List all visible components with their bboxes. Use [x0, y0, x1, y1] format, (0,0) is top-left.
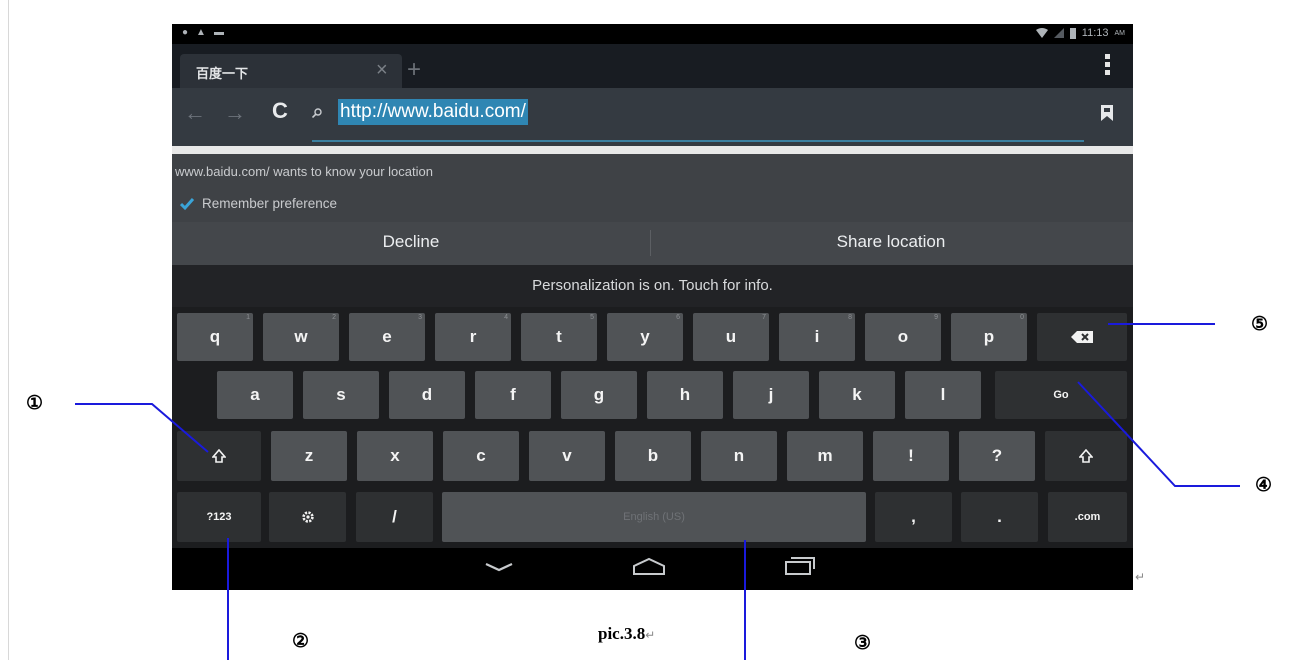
period-key[interactable]: . [961, 492, 1038, 542]
notification-icons: ● ▲ ▬ [182, 27, 224, 38]
permission-message: www.baidu.com/ wants to know your locati… [175, 164, 433, 179]
key-j[interactable]: j [733, 371, 809, 419]
back-nav-icon[interactable] [484, 560, 514, 576]
new-tab-icon[interactable]: + [407, 56, 421, 84]
key-t[interactable]: t5 [521, 313, 597, 361]
key-y[interactable]: y6 [607, 313, 683, 361]
url-input[interactable]: http://www.baidu.com/ [338, 99, 528, 125]
button-divider [650, 230, 651, 256]
key-f[interactable]: f [475, 371, 551, 419]
key-b[interactable]: b [615, 431, 691, 481]
key-n[interactable]: n [701, 431, 777, 481]
message-icon: ▬ [213, 27, 224, 38]
recent-apps-icon[interactable] [784, 554, 816, 576]
key-m[interactable]: m [787, 431, 863, 481]
gear-icon [301, 511, 314, 523]
personalization-banner[interactable]: Personalization is on. Touch for info. [172, 265, 1133, 307]
go-key[interactable]: Go [995, 371, 1127, 419]
content-divider [172, 146, 1133, 154]
key-z[interactable]: z [271, 431, 347, 481]
home-nav-icon[interactable] [632, 556, 666, 576]
spacebar-key[interactable]: English (US) [442, 492, 866, 542]
shift-left-key[interactable] [177, 431, 261, 481]
figure-caption: pic.3.8↵ [598, 624, 656, 643]
reload-icon[interactable]: C [272, 98, 288, 124]
decline-button[interactable]: Decline [172, 222, 650, 265]
key-u[interactable]: u7 [693, 313, 769, 361]
key-exclamation[interactable]: ! [873, 431, 949, 481]
shift-right-key[interactable] [1045, 431, 1127, 481]
wifi-icon [1035, 28, 1048, 38]
tab-title: 百度一下 [196, 66, 249, 81]
url-bar: ← → C http://www.baidu.com/ [172, 88, 1133, 146]
key-i[interactable]: i8 [779, 313, 855, 361]
warning-icon: ▲ [196, 27, 206, 38]
callout-5: ⑤ [1251, 313, 1269, 335]
key-q[interactable]: q1 [177, 313, 253, 361]
backspace-icon [1071, 331, 1093, 343]
remember-preference-label: Remember preference [202, 196, 338, 211]
symbols-key[interactable]: ?123 [177, 492, 261, 542]
notification-dot-icon: ● [182, 27, 189, 38]
slash-key[interactable]: / [356, 492, 433, 542]
key-s[interactable]: s [303, 371, 379, 419]
system-navigation-bar [172, 548, 1133, 590]
callout-4: ④ [1255, 474, 1273, 496]
settings-key[interactable] [269, 492, 346, 542]
callout-1: ① [26, 392, 44, 414]
share-location-button[interactable]: Share location [652, 222, 1130, 265]
key-x[interactable]: x [357, 431, 433, 481]
callout-2: ② [292, 630, 310, 652]
key-e[interactable]: e3 [349, 313, 425, 361]
tab-close-icon[interactable]: × [376, 59, 388, 82]
key-l[interactable]: l [905, 371, 981, 419]
bookmark-icon[interactable] [1101, 105, 1113, 121]
key-v[interactable]: v [529, 431, 605, 481]
dotcom-key[interactable]: .com [1048, 492, 1127, 542]
battery-icon [1069, 27, 1076, 39]
clock-ampm: AM [1114, 29, 1126, 37]
status-right: 11:13 AM [1035, 27, 1126, 39]
key-p[interactable]: p0 [951, 313, 1027, 361]
url-underline [312, 140, 1084, 142]
search-icon [312, 108, 322, 118]
comma-key[interactable]: , [875, 492, 952, 542]
key-o[interactable]: o9 [865, 313, 941, 361]
tablet-screen: ● ▲ ▬ 11:13 AM 百度一下 × + ← → C http://www.… [172, 24, 1133, 590]
key-c[interactable]: c [443, 431, 519, 481]
clock-time: 11:13 [1081, 27, 1109, 39]
key-a[interactable]: a [217, 371, 293, 419]
checkbox-checked-icon[interactable] [180, 197, 194, 211]
key-w[interactable]: w2 [263, 313, 339, 361]
key-k[interactable]: k [819, 371, 895, 419]
location-permission-dialog: www.baidu.com/ wants to know your locati… [172, 154, 1133, 265]
permission-actions: Decline Share location [172, 222, 1133, 265]
signal-icon [1053, 28, 1064, 38]
key-d[interactable]: d [389, 371, 465, 419]
callout-3: ③ [854, 632, 872, 654]
back-icon[interactable]: ← [184, 100, 206, 126]
paragraph-return-mark: ↵ [1135, 570, 1146, 584]
key-h[interactable]: h [647, 371, 723, 419]
page-left-rule [8, 0, 9, 660]
backspace-key[interactable] [1037, 313, 1127, 361]
status-bar: ● ▲ ▬ 11:13 AM [172, 24, 1133, 44]
forward-icon[interactable]: → [224, 100, 246, 126]
caption-return-mark: ↵ [645, 628, 656, 642]
shift-icon [212, 449, 226, 463]
key-question[interactable]: ? [959, 431, 1035, 481]
soft-keyboard: Personalization is on. Touch for info. q… [172, 265, 1133, 548]
key-r[interactable]: r4 [435, 313, 511, 361]
tab-strip: 百度一下 × + [172, 44, 1133, 88]
shift-icon [1079, 449, 1093, 463]
overflow-menu-icon[interactable] [1105, 54, 1111, 75]
browser-tab[interactable]: 百度一下 × [180, 54, 402, 88]
key-g[interactable]: g [561, 371, 637, 419]
